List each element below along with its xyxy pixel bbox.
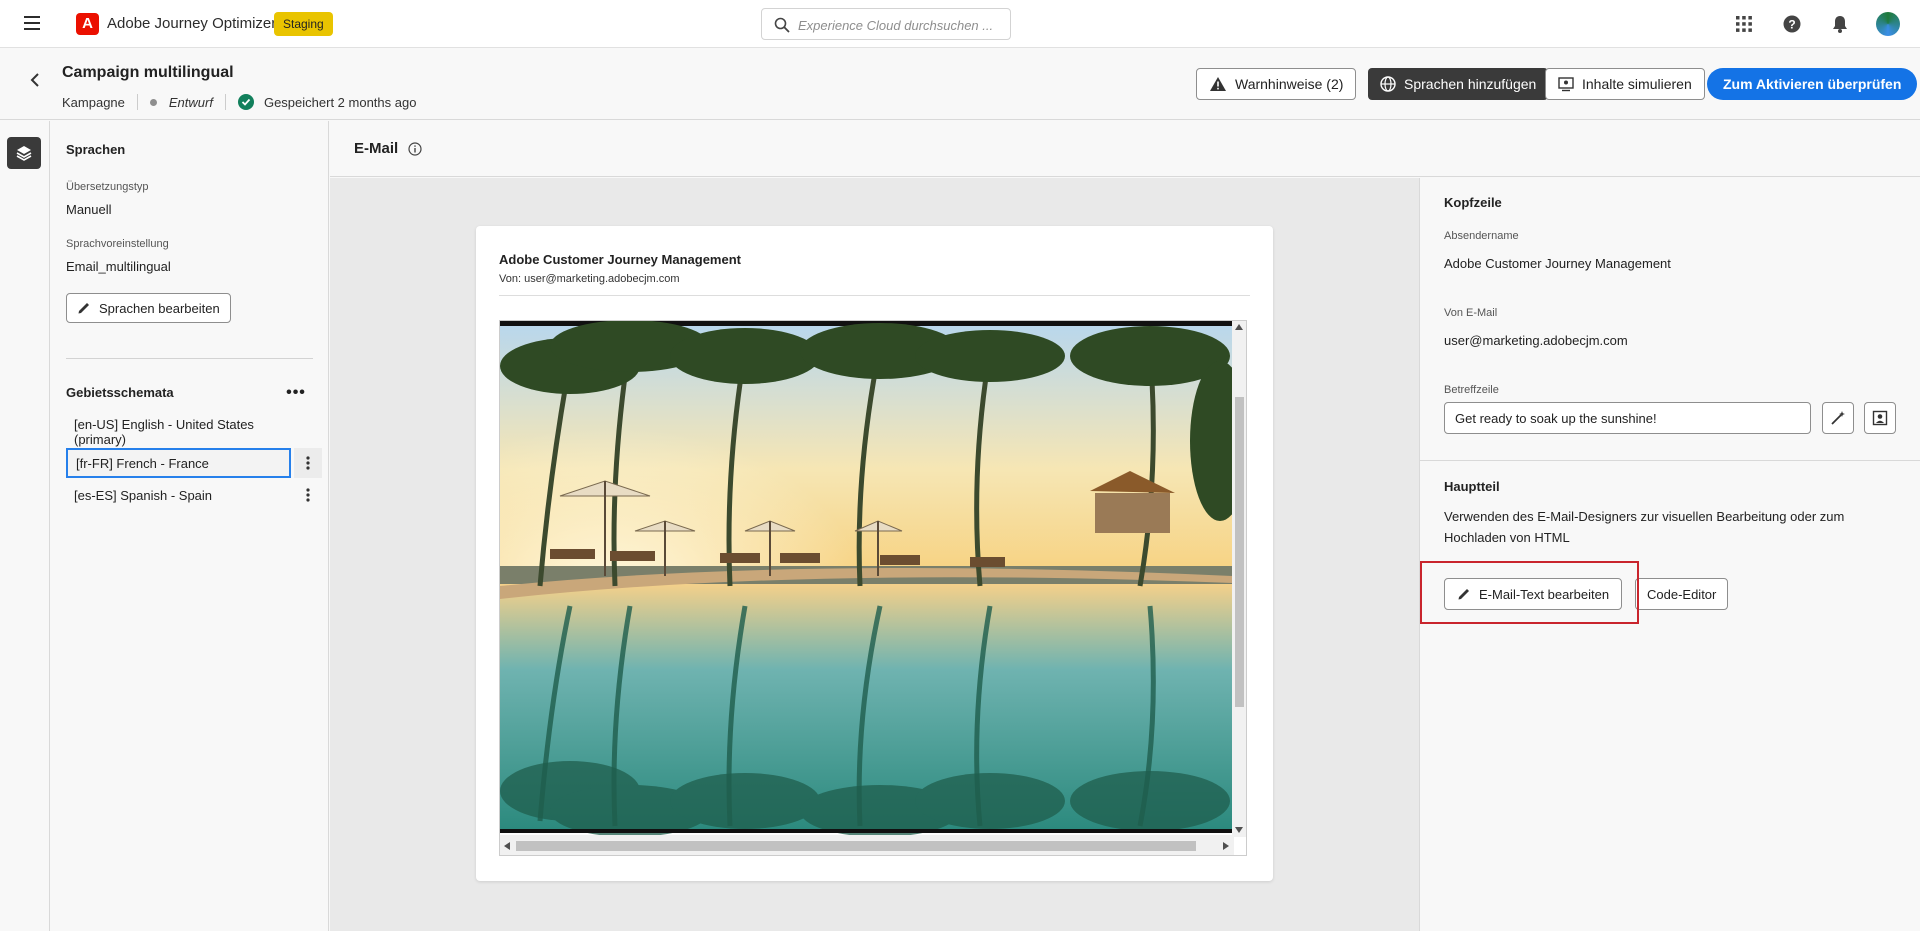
email-content-preview[interactable] xyxy=(499,320,1247,856)
properties-panel: Kopfzeile Absendername Adobe Customer Jo… xyxy=(1419,178,1920,931)
left-rail xyxy=(0,121,50,931)
body-description-line2: Hochladen von HTML xyxy=(1444,530,1570,545)
locale-item-es-es[interactable]: [es-ES] Spanish - Spain xyxy=(66,480,279,510)
locale-label: [fr-FR] French - France xyxy=(76,455,209,471)
notifications-bell-icon[interactable] xyxy=(1828,12,1852,36)
language-preset-label: Sprachvoreinstellung xyxy=(66,238,169,250)
warning-icon xyxy=(1209,76,1227,92)
global-search[interactable] xyxy=(761,8,1011,40)
review-to-activate-button[interactable]: Zum Aktivieren überprüfen xyxy=(1707,68,1918,100)
add-languages-label: Sprachen hinzufügen xyxy=(1404,76,1537,92)
apps-grid-icon[interactable] xyxy=(1732,12,1756,36)
help-icon[interactable]: ? xyxy=(1780,12,1804,36)
locales-title: Gebietsschemata xyxy=(66,385,174,400)
locale-label: [es-ES] Spanish - Spain xyxy=(74,487,213,503)
locale-item-en-us[interactable]: [en-US] English - United States (primary… xyxy=(66,417,306,447)
globe-icon xyxy=(1380,76,1396,92)
simulate-label: Inhalte simulieren xyxy=(1582,76,1692,92)
app-title: Adobe Journey Optimizer xyxy=(107,15,277,32)
body-description-line1: Verwenden des E-Mail-Designers zur visue… xyxy=(1444,509,1845,524)
sender-name-label: Absendername xyxy=(1444,230,1519,242)
divider xyxy=(136,94,138,110)
language-preset-value: Email_multilingual xyxy=(66,259,171,274)
editor-title: E-Mail xyxy=(354,140,399,157)
locale-label: [en-US] English - United States (primary… xyxy=(74,417,254,447)
ai-assistant-wand-icon[interactable] xyxy=(1822,402,1854,434)
editor-header: E-Mail xyxy=(330,121,1920,177)
search-icon xyxy=(774,17,790,33)
more-options-icon[interactable]: ••• xyxy=(286,384,306,402)
subject-field[interactable]: Get ready to soak up the sunshine! xyxy=(1444,402,1811,434)
horizontal-scrollbar[interactable] xyxy=(500,835,1234,855)
sender-name-value: Adobe Customer Journey Management xyxy=(1444,256,1671,271)
vertical-scrollbar[interactable] xyxy=(1232,321,1246,837)
highlight-box xyxy=(1420,561,1639,624)
adobe-logo-icon: A xyxy=(76,13,99,35)
locale-item-fr-fr[interactable]: [fr-FR] French - France xyxy=(66,448,291,478)
simulate-icon xyxy=(1558,76,1574,92)
search-input[interactable] xyxy=(798,15,998,35)
locale-kebab-icon[interactable] xyxy=(294,480,322,510)
divider xyxy=(1420,460,1920,461)
personalization-icon[interactable] xyxy=(1864,402,1896,434)
code-editor-button[interactable]: Code-Editor xyxy=(1635,578,1729,610)
locale-kebab-icon[interactable] xyxy=(294,448,322,478)
body-section-title: Hauptteil xyxy=(1444,479,1500,494)
scroll-down-icon[interactable] xyxy=(1235,827,1243,833)
scroll-left-icon[interactable] xyxy=(504,842,510,850)
campaign-type: Kampagne xyxy=(62,94,125,110)
divider xyxy=(66,358,313,359)
status-dot xyxy=(149,98,157,106)
svg-text:?: ? xyxy=(1788,18,1795,32)
top-bar: A Adobe Journey Optimizer Staging ? xyxy=(0,0,1920,48)
warnings-button[interactable]: Warnhinweise (2) xyxy=(1196,68,1357,100)
translation-type-label: Übersetzungstyp xyxy=(66,181,149,193)
scroll-thumb[interactable] xyxy=(516,841,1196,851)
edit-languages-button[interactable]: Sprachen bearbeiten xyxy=(66,293,231,323)
preview-sender: Adobe Customer Journey Management xyxy=(499,252,741,267)
saved-check-icon xyxy=(237,94,254,110)
beach-pool-image xyxy=(500,321,1232,837)
hamburger-menu-icon[interactable] xyxy=(24,16,40,30)
subject-value: Get ready to soak up the sunshine! xyxy=(1455,410,1657,426)
campaign-meta: Kampagne Entwurf Gespeichert 2 months ag… xyxy=(62,94,416,110)
scroll-thumb[interactable] xyxy=(1235,397,1244,707)
from-email-label: Von E-Mail xyxy=(1444,307,1498,319)
divider xyxy=(224,94,226,110)
warnings-label: Warnhinweise (2) xyxy=(1235,76,1344,92)
scroll-up-icon[interactable] xyxy=(1235,324,1243,330)
page-title: Campaign multilingual xyxy=(62,64,234,81)
subject-label: Betreffzeile xyxy=(1444,384,1499,396)
info-icon[interactable] xyxy=(408,142,422,156)
scroll-right-icon[interactable] xyxy=(1223,842,1229,850)
user-avatar[interactable] xyxy=(1876,12,1900,36)
header-section-title: Kopfzeile xyxy=(1444,195,1502,210)
status-badge: Entwurf xyxy=(168,94,213,110)
env-badge: Staging xyxy=(274,12,333,36)
translation-type-value: Manuell xyxy=(66,202,112,217)
edit-languages-label: Sprachen bearbeiten xyxy=(99,300,220,316)
saved-status: Gespeichert 2 months ago xyxy=(263,94,417,110)
campaign-header: Campaign multilingual Kampagne Entwurf G… xyxy=(0,48,1920,120)
pencil-icon xyxy=(77,301,91,315)
languages-panel: Sprachen Übersetzungstyp Manuell Sprachv… xyxy=(50,121,329,931)
divider xyxy=(499,295,1250,296)
from-email-value: user@marketing.adobecjm.com xyxy=(1444,333,1628,348)
simulate-content-button[interactable]: Inhalte simulieren xyxy=(1545,68,1705,100)
preview-from: Von: user@marketing.adobecjm.com xyxy=(499,273,680,285)
layers-icon[interactable] xyxy=(7,137,41,169)
back-chevron-icon[interactable] xyxy=(30,72,40,88)
add-languages-button[interactable]: Sprachen hinzufügen xyxy=(1368,68,1549,100)
languages-title: Sprachen xyxy=(66,142,126,157)
